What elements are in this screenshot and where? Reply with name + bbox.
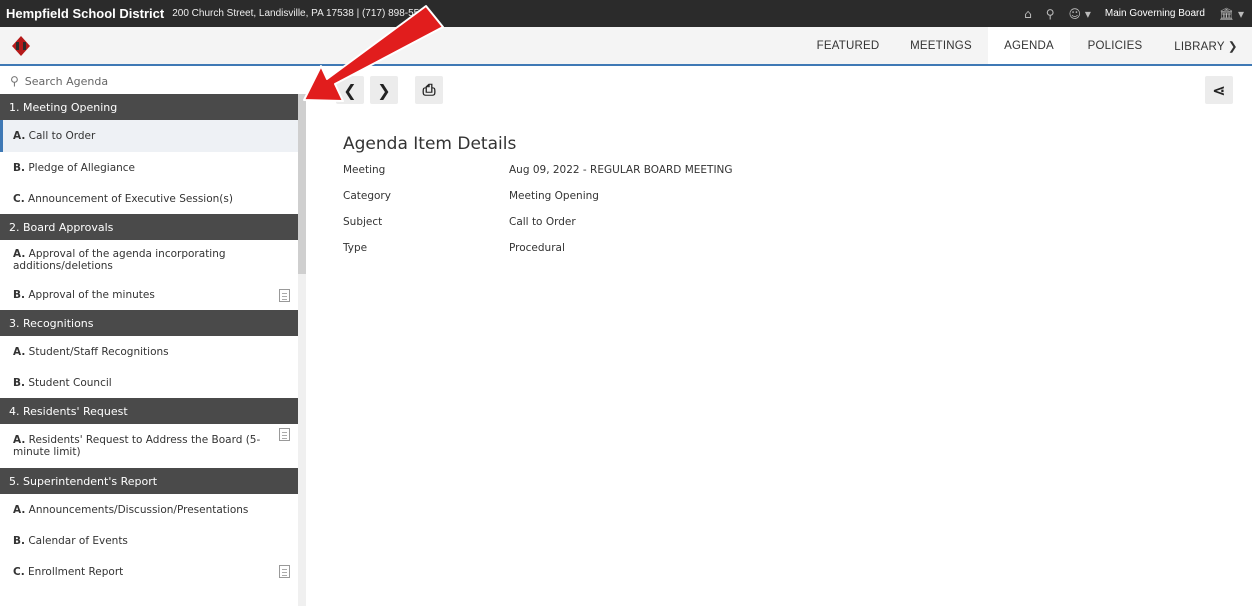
- share-button[interactable]: ⋖: [1205, 76, 1233, 104]
- item-letter: B.: [13, 534, 25, 547]
- item-letter: A.: [13, 434, 26, 446]
- item-letter: B.: [13, 161, 25, 174]
- section-header[interactable]: 2. Board Approvals: [0, 214, 298, 240]
- document-icon[interactable]: [279, 565, 290, 578]
- detail-label: Subject: [343, 216, 383, 228]
- page-title: Agenda Item Details: [343, 134, 517, 154]
- item-text: Announcements/Discussion/Presentations: [28, 503, 249, 516]
- document-icon[interactable]: [279, 288, 290, 302]
- item-letter: C.: [13, 192, 25, 205]
- next-item-button[interactable]: ❯: [370, 76, 398, 104]
- agenda-item-details-panel: ❮ ❯ ⎙ ⋖ Agenda Item Details Meeting Aug …: [306, 68, 1252, 606]
- item-letter: B.: [13, 289, 25, 301]
- item-text: Call to Order: [28, 130, 96, 142]
- district-address: 200 Church Street, Landisville, PA 17538…: [172, 8, 431, 19]
- section-header[interactable]: 5. Superintendent's Report: [0, 468, 298, 494]
- section-header[interactable]: 3. Recognitions: [0, 310, 298, 336]
- home-icon[interactable]: ⌂: [1024, 7, 1032, 21]
- section-header[interactable]: 1. Meeting Opening: [0, 94, 298, 120]
- item-letter: C.: [13, 565, 25, 578]
- detail-row-meeting: Meeting Aug 09, 2022 - REGULAR BOARD MEE…: [343, 164, 733, 176]
- detail-label: Category: [343, 190, 391, 202]
- agenda-item[interactable]: A. Announcements/Discussion/Presentation…: [0, 494, 298, 525]
- item-letter: A.: [13, 345, 26, 358]
- search-agenda[interactable]: ⚲ Search Agenda: [0, 68, 306, 94]
- print-button[interactable]: ⎙: [415, 76, 443, 104]
- item-text: Pledge of Allegiance: [28, 161, 136, 174]
- main-nav-bar: FEATURED MEETINGS AGENDA POLICIES LIBRAR…: [0, 27, 1252, 66]
- item-text: Residents' Request to Address the Board …: [13, 434, 261, 458]
- detail-label: Type: [343, 242, 368, 254]
- item-letter: B.: [13, 376, 25, 389]
- search-agenda-placeholder: Search Agenda: [24, 74, 109, 88]
- chevron-right-icon: ❯: [377, 80, 391, 100]
- sidebar-scrollbar[interactable]: [298, 94, 306, 606]
- agenda-item[interactable]: C. Announcement of Executive Session(s): [0, 183, 298, 214]
- detail-value: Meeting Opening: [509, 190, 599, 202]
- detail-label: Meeting: [343, 164, 386, 176]
- previous-item-button[interactable]: ❮: [336, 76, 364, 104]
- topbar-actions: ⌂ ⚲ ☺ ▾ Main Governing Board 🏛 ▾: [1024, 0, 1244, 27]
- detail-row-subject: Subject Call to Order: [343, 216, 576, 228]
- nav-library[interactable]: LIBRARY ❯: [1160, 27, 1252, 64]
- item-text: Approval of the minutes: [28, 289, 155, 301]
- agenda-sidebar: ⚲ Search Agenda 1. Meeting Opening A. Ca…: [0, 68, 306, 606]
- agenda-item[interactable]: B. Pledge of Allegiance: [0, 152, 298, 183]
- nav-policies[interactable]: POLICIES: [1070, 27, 1160, 64]
- agenda-item[interactable]: B. Approval of the minutes: [0, 280, 298, 310]
- search-icon[interactable]: ⚲: [1046, 7, 1055, 21]
- agenda-item[interactable]: A. Call to Order: [0, 120, 298, 152]
- item-text: Student Council: [28, 376, 112, 389]
- item-letter: A.: [13, 248, 26, 260]
- nav-meetings[interactable]: MEETINGS: [894, 27, 988, 64]
- building-icon[interactable]: 🏛 ▾: [1219, 7, 1244, 21]
- nav-agenda[interactable]: AGENDA: [988, 27, 1070, 64]
- detail-row-category: Category Meeting Opening: [343, 190, 599, 202]
- item-letter: A.: [13, 130, 26, 142]
- detail-row-type: Type Procedural: [343, 242, 565, 254]
- governing-board-selector[interactable]: Main Governing Board: [1105, 8, 1205, 19]
- agenda-item[interactable]: A. Residents' Request to Address the Boa…: [0, 424, 298, 468]
- item-text: Approval of the agenda incorporating add…: [13, 248, 226, 272]
- agenda-item[interactable]: B. Calendar of Events: [0, 525, 298, 556]
- document-icon[interactable]: [279, 428, 290, 441]
- chevron-left-icon: ❮: [343, 80, 357, 100]
- section-header[interactable]: 4. Residents' Request: [0, 398, 298, 424]
- item-text: Announcement of Executive Session(s): [28, 192, 233, 205]
- nav-menu: FEATURED MEETINGS AGENDA POLICIES LIBRAR…: [802, 27, 1252, 64]
- agenda-item[interactable]: A. Student/Staff Recognitions: [0, 336, 298, 367]
- top-bar: Hempfield School District 200 Church Str…: [0, 0, 1252, 27]
- item-text: Enrollment Report: [28, 565, 124, 578]
- share-icon: ⋖: [1212, 80, 1226, 100]
- printer-icon: ⎙: [422, 80, 436, 99]
- agenda-list: 1. Meeting Opening A. Call to Order B. P…: [0, 94, 298, 587]
- item-text: Calendar of Events: [28, 534, 128, 547]
- agenda-item[interactable]: A. Approval of the agenda incorporating …: [0, 240, 298, 280]
- detail-value: Call to Order: [509, 216, 576, 228]
- district-name[interactable]: Hempfield School District: [6, 6, 164, 21]
- district-logo[interactable]: [12, 36, 30, 56]
- search-icon: ⚲: [10, 74, 19, 88]
- nav-featured[interactable]: FEATURED: [802, 27, 894, 64]
- agenda-item[interactable]: B. Student Council: [0, 367, 298, 398]
- user-icon[interactable]: ☺ ▾: [1069, 7, 1091, 21]
- scrollbar-thumb[interactable]: [298, 94, 306, 274]
- item-letter: A.: [13, 503, 26, 516]
- agenda-item[interactable]: C. Enrollment Report: [0, 556, 298, 587]
- detail-value: Procedural: [509, 242, 565, 254]
- detail-value: Aug 09, 2022 - REGULAR BOARD MEETING: [509, 164, 733, 176]
- item-text: Student/Staff Recognitions: [28, 345, 169, 358]
